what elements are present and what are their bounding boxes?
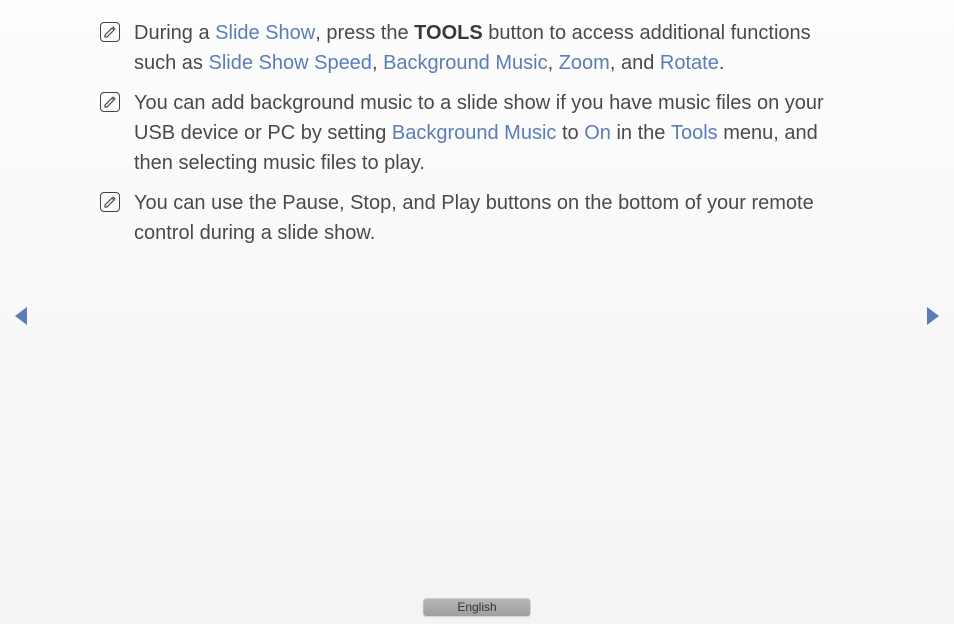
link-slide-show-speed[interactable]: Slide Show Speed [208, 52, 371, 74]
note-item: During a Slide Show, press the TOOLS but… [100, 18, 854, 78]
text-segment: , [372, 52, 383, 74]
note-item: You can use the Pause, Stop, and Play bu… [100, 188, 854, 248]
text-segment: , and [610, 52, 660, 74]
pencil-note-icon [100, 192, 120, 212]
text-segment: in the [611, 122, 671, 144]
note-text: You can use the Pause, Stop, and Play bu… [134, 188, 854, 248]
link-tools[interactable]: Tools [671, 122, 718, 144]
note-text: During a Slide Show, press the TOOLS but… [134, 18, 854, 78]
link-on[interactable]: On [584, 122, 611, 144]
link-background-music[interactable]: Background Music [383, 52, 548, 74]
text-segment: You can use the Pause, Stop, and Play bu… [134, 192, 814, 244]
text-segment: , [548, 52, 559, 74]
bold-tools: TOOLS [414, 22, 483, 44]
note-text: You can add background music to a slide … [134, 88, 854, 178]
link-slide-show[interactable]: Slide Show [215, 22, 315, 44]
link-background-music[interactable]: Background Music [392, 122, 557, 144]
text-segment: to [556, 122, 584, 144]
next-page-arrow[interactable] [924, 305, 942, 332]
content-area: During a Slide Show, press the TOOLS but… [0, 0, 954, 248]
note-item: You can add background music to a slide … [100, 88, 854, 178]
link-rotate[interactable]: Rotate [660, 52, 719, 74]
text-segment: During a [134, 22, 215, 44]
language-button[interactable]: English [423, 598, 530, 616]
pencil-note-icon [100, 22, 120, 42]
text-segment: , press the [315, 22, 414, 44]
prev-page-arrow[interactable] [12, 305, 30, 332]
text-segment: . [719, 52, 725, 74]
link-zoom[interactable]: Zoom [559, 52, 610, 74]
pencil-note-icon [100, 92, 120, 112]
